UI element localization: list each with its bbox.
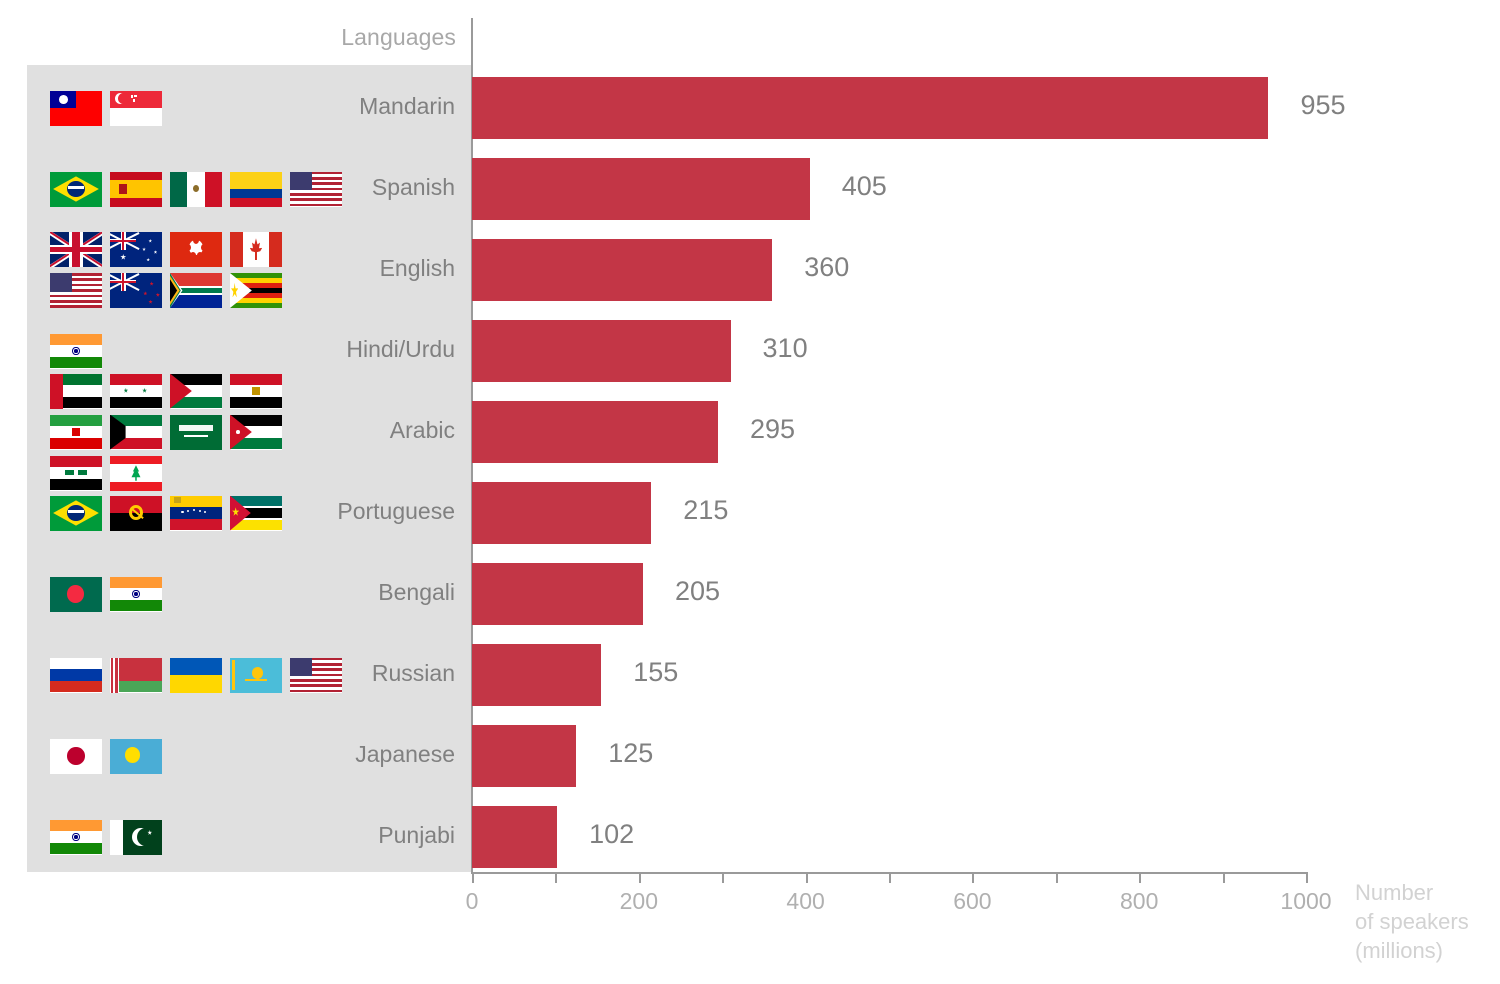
value-axis-tick-label-800: 800 (1120, 888, 1159, 914)
flag-icon-new-zealand (110, 273, 162, 308)
flag-icon-spain (110, 171, 162, 207)
bar-bengali (472, 563, 643, 625)
bar-hindi-urdu (472, 320, 731, 382)
value-axis-tick-500 (889, 872, 891, 883)
bar-row: Japanese 125 (0, 725, 1500, 787)
bar-punjabi (472, 806, 558, 868)
bar-value-mandarin: 955 (1300, 90, 1346, 120)
flag-icon-brazil (50, 495, 102, 531)
bar-value-portuguese: 215 (683, 495, 729, 525)
category-label-bengali: Bengali (378, 579, 455, 605)
flag-icon-singapore (110, 90, 162, 126)
value-axis-tick-600 (972, 872, 975, 883)
value-axis-tick-label-1000: 1000 (1280, 888, 1332, 914)
bar-row: Hindi/Urdu 310 (0, 320, 1500, 382)
value-axis-tick-label-0: 0 (465, 888, 479, 914)
flag-icon-palestine (170, 373, 222, 409)
category-label-spanish: Spanish (371, 174, 455, 200)
bar-row: Portuguese 215 (0, 482, 1500, 544)
category-label-punjabi: Punjabi (378, 822, 455, 848)
bar-row: Arabic 295 (0, 373, 1500, 491)
bar-spanish (472, 158, 810, 220)
flag-icon-syria (110, 373, 162, 409)
flag-icon-india (110, 576, 162, 612)
flag-icon-palau (110, 738, 162, 774)
flag-icon-iran (50, 414, 102, 450)
flag-icon-india (50, 819, 102, 855)
bar-row: Spanish 405 (0, 158, 1500, 220)
flag-icon-india (50, 333, 102, 369)
value-axis-tick-label-200: 200 (619, 888, 658, 914)
bar-value-punjabi: 102 (589, 819, 635, 849)
bar-row: Russian 155 (0, 644, 1500, 706)
value-axis-tick-0 (472, 872, 474, 883)
value-axis-tick-200 (638, 872, 641, 883)
value-axis-title: Number of speakers (millions) (1355, 878, 1469, 965)
bar-value-spanish: 405 (841, 171, 887, 201)
bar-value-hindi-urdu: 310 (762, 333, 808, 363)
flag-icon-united-states (50, 273, 102, 308)
flag-icon-bangladesh (50, 576, 102, 612)
category-label-portuguese: Portuguese (337, 498, 455, 524)
bar-value-russian: 155 (633, 657, 679, 687)
flag-icon-belarus (110, 657, 162, 693)
bar-japanese (472, 725, 577, 787)
bar-row: Bengali 205 (0, 563, 1500, 625)
bar-russian (472, 644, 602, 706)
bar-value-japanese: 125 (608, 738, 654, 768)
bar-mandarin (472, 77, 1269, 139)
bar-arabic (472, 401, 719, 463)
category-label-japanese: Japanese (355, 741, 455, 767)
value-axis-tick-800 (1139, 872, 1142, 883)
value-axis-tick-label-600: 600 (953, 888, 992, 914)
value-axis-title-line1: Number (1355, 880, 1434, 905)
value-axis-tick-100 (555, 872, 558, 883)
value-axis-tick-400 (805, 872, 808, 883)
flag-icon-australia (110, 232, 162, 267)
flag-icon-pakistan (110, 819, 162, 855)
flag-icon-russia (50, 657, 102, 693)
bar-row: English 360 (0, 232, 1500, 308)
category-axis-title: Languages (341, 24, 456, 50)
bar-value-arabic: 295 (750, 414, 796, 444)
bar-portuguese (472, 482, 652, 544)
category-label-english: English (379, 255, 455, 281)
value-axis-tick-1000 (1306, 872, 1308, 883)
value-axis-title-line3: (millions) (1355, 938, 1443, 963)
flag-icon-angola (110, 495, 162, 531)
value-axis-tick-label-400: 400 (786, 888, 825, 914)
category-label-arabic: Arabic (389, 417, 455, 443)
bar-row: Mandarin 955 (0, 77, 1500, 139)
bar-value-bengali: 205 (674, 576, 721, 606)
flag-icon-brazil (50, 171, 102, 207)
flag-icon-united-arab-emirates (50, 373, 102, 409)
value-axis-tick-300 (722, 872, 725, 883)
category-label-russian: Russian (371, 660, 455, 686)
category-label-hindi-urdu: Hindi/Urdu (346, 336, 455, 362)
category-label-mandarin: Mandarin (359, 93, 455, 119)
flag-icon-egypt (230, 373, 282, 409)
value-axis-title-line2: of speakers (1355, 909, 1469, 934)
flag-icon-taiwan (50, 90, 102, 126)
flag-icon-japan (50, 738, 102, 774)
bar-value-english: 360 (804, 252, 850, 282)
value-axis-tick-700 (1055, 872, 1058, 883)
bar-row: Punjabi 102 (0, 806, 1500, 868)
language-speakers-bar-chart: Languages Mandarin 955 Spanish 405 Engli… (0, 0, 1500, 984)
bar-english (472, 239, 773, 301)
value-axis-tick-900 (1222, 872, 1225, 883)
flag-icon-kuwait (110, 414, 162, 450)
flag-icon-united-kingdom (50, 232, 102, 267)
